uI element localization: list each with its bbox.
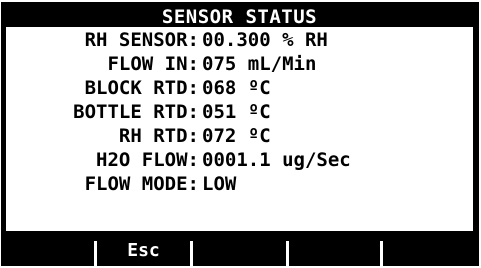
softkey-5[interactable] xyxy=(383,237,479,266)
softkey-3[interactable] xyxy=(193,237,286,266)
block-rtd-row: BLOCK RTD: 068 ºC xyxy=(6,76,473,100)
rh-sensor-label: RH SENSOR: xyxy=(84,29,199,51)
rh-sensor-value: 00.300 % RH xyxy=(202,29,328,51)
flow-mode-value: LOW xyxy=(202,173,237,195)
rh-sensor-row: RH SENSOR: 00.300 % RH xyxy=(6,28,473,52)
softkey-4[interactable] xyxy=(289,237,380,266)
softkey-1[interactable] xyxy=(1,237,94,266)
flow-mode-label: FLOW MODE: xyxy=(84,173,199,195)
h2o-flow-label: H2O FLOW: xyxy=(96,149,199,171)
bottle-rtd-value: 051 ºC xyxy=(202,101,271,123)
block-rtd-value: 068 ºC xyxy=(202,77,271,99)
h2o-flow-row: H2O FLOW: 0001.1 ug/Sec xyxy=(6,148,473,172)
flow-in-label: FLOW IN: xyxy=(107,53,199,75)
flow-in-row: FLOW IN: 075 mL/Min xyxy=(6,52,473,76)
softkey-esc[interactable]: Esc xyxy=(97,237,190,266)
bottle-rtd-row: BOTTLE RTD: 051 ºC xyxy=(6,100,473,124)
bottle-rtd-label: BOTTLE RTD: xyxy=(73,101,199,123)
rh-rtd-row: RH RTD: 072 ºC xyxy=(6,124,473,148)
rh-rtd-label: RH RTD: xyxy=(118,125,199,147)
status-panel: SENSOR STATUS RH SENSOR: 00.300 % RH FLO… xyxy=(6,7,473,231)
rh-rtd-value: 072 ºC xyxy=(202,125,271,147)
flow-in-value: 075 mL/Min xyxy=(202,53,317,75)
block-rtd-label: BLOCK RTD: xyxy=(84,77,199,99)
h2o-flow-value: 0001.1 ug/Sec xyxy=(202,149,351,171)
screen-title: SENSOR STATUS xyxy=(6,7,473,27)
flow-mode-row: FLOW MODE: LOW xyxy=(6,172,473,196)
lcd-screen: SENSOR STATUS RH SENSOR: 00.300 % RH FLO… xyxy=(1,2,479,266)
softkey-bar: Esc xyxy=(1,237,479,266)
